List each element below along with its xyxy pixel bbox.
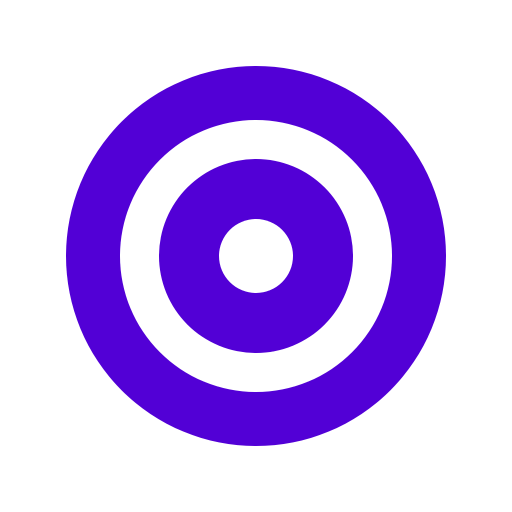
target-icon [66, 66, 446, 446]
icon-canvas [0, 0, 512, 512]
target-center-dot [219, 219, 293, 293]
